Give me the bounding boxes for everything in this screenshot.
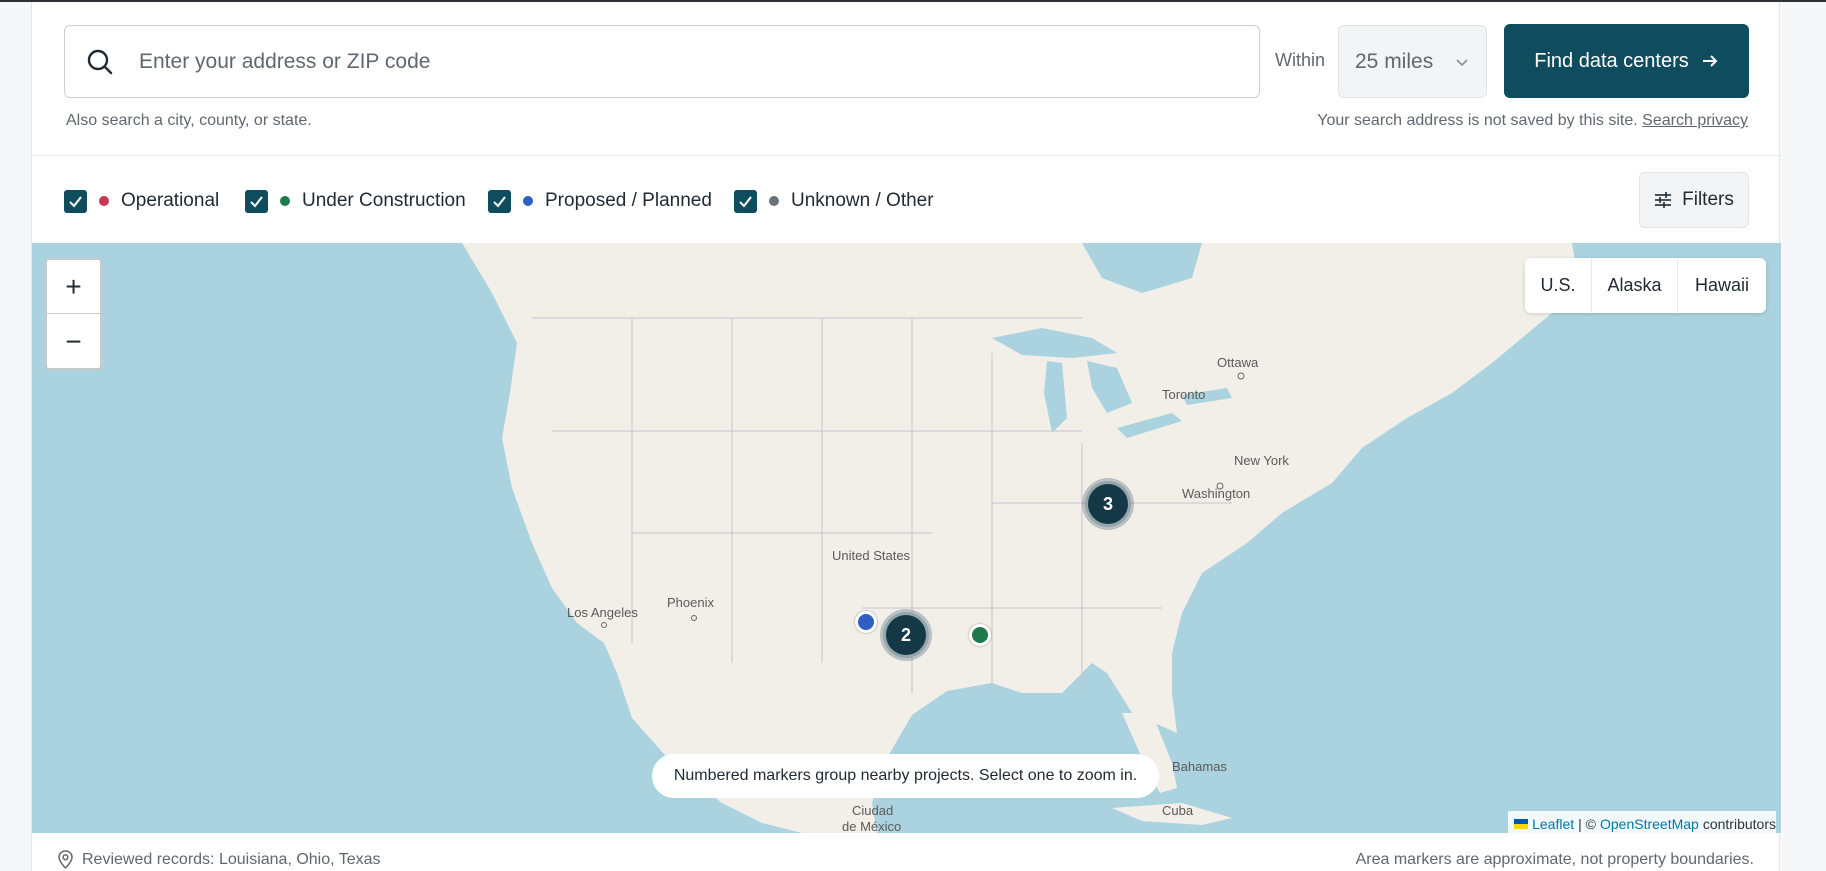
proposed-checkbox[interactable] [488,189,511,213]
ukraine-flag-icon [1514,818,1529,829]
map[interactable]: Ottawa Toronto New York Washington Unite… [32,243,1781,833]
radius-value: 25 miles [1355,50,1434,73]
zoom-in-button[interactable]: + [47,260,100,314]
filters-label: Filters [1682,189,1734,210]
map-hint: Numbered markers group nearby projects. … [652,754,1159,798]
data-center-finder-panel: Within 25 miles Find data centers Also s… [31,2,1781,871]
label-bahamas: Bahamas [1172,759,1227,774]
region-selector: U.S. Alaska Hawaii [1525,258,1766,313]
land-north-america [462,243,1577,833]
label-los-angeles: Los Angeles [567,605,638,620]
label-united-states: United States [832,548,911,563]
reviewed-records-text: Reviewed records: Louisiana, Ohio, Texas [82,850,381,868]
label-cuba: Cuba [1162,803,1194,818]
proposed-dot [523,196,533,206]
search-box [64,25,1260,98]
legend-label: Under Construction [302,190,466,211]
arrow-right-icon [1702,55,1718,67]
privacy-note-text: Your search address is not saved by this… [1317,112,1638,129]
proposed-marker[interactable] [855,611,877,633]
sliders-icon [1655,192,1672,208]
find-data-centers-button[interactable]: Find data centers [1504,24,1749,98]
cluster-marker[interactable]: 2 [883,612,929,658]
legend-label: Unknown / Other [791,190,934,211]
label-washington: Washington [1182,486,1250,501]
search-icon [87,49,113,75]
checkmark-icon [739,195,752,208]
label-phoenix: Phoenix [667,595,714,610]
label-de-mexico: de México [842,819,901,833]
under-construction-marker[interactable] [969,624,991,646]
checkmark-icon [493,195,506,208]
label-ciudad: Ciudad [852,803,893,818]
label-new-york: New York [1234,453,1289,468]
radius-select[interactable]: 25 miles [1338,25,1487,98]
privacy-note: Your search address is not saved by this… [1317,112,1748,130]
under-construction-checkbox[interactable] [245,189,268,213]
map-attribution: Leaflet | © OpenStreetMap contributors [1508,811,1776,833]
divider [32,155,1781,156]
label-toronto: Toronto [1162,387,1205,402]
region-us-button[interactable]: U.S. [1525,258,1592,313]
leaflet-link[interactable]: Leaflet [1532,816,1574,832]
checkmark-icon [250,195,263,208]
checkmark-icon [69,195,82,208]
area-markers-note: Area markers are approximate, not proper… [1355,851,1754,868]
address-search-input[interactable] [137,38,1237,86]
within-label: Within [1275,50,1326,70]
cluster-marker[interactable]: 3 [1085,481,1131,527]
filters-button[interactable]: Filters [1639,172,1749,228]
location-pin-icon [58,850,73,869]
unknown-dot [769,196,779,206]
legend-item-proposed[interactable]: Proposed / Planned [488,189,712,213]
legend-label: Operational [121,190,220,211]
reviewed-records: Reviewed records: Louisiana, Ohio, Texas [57,850,381,869]
attribution-separator: | © [1578,815,1596,832]
zoom-out-button[interactable]: − [47,315,100,368]
openstreetmap-link[interactable]: OpenStreetMap [1600,816,1699,832]
unknown-checkbox[interactable] [734,189,757,213]
zoom-control: + − [45,258,102,370]
legend-item-under-construction[interactable]: Under Construction [245,189,466,213]
legend-item-unknown[interactable]: Unknown / Other [734,189,934,213]
region-alaska-button[interactable]: Alaska [1592,258,1678,313]
operational-dot [99,196,109,206]
label-ottawa: Ottawa [1217,355,1259,370]
under-construction-dot [280,196,290,206]
map-tiles[interactable]: Ottawa Toronto New York Washington Unite… [32,243,1781,833]
find-button-label: Find data centers [1534,49,1689,72]
search-help-text: Also search a city, county, or state. [66,112,312,129]
chevron-down-icon [1456,59,1468,67]
legend-item-operational[interactable]: Operational [64,189,219,213]
attribution-suffix: contributors [1702,815,1776,832]
search-privacy-link[interactable]: Search privacy [1642,112,1748,129]
legend-label: Proposed / Planned [545,190,712,211]
operational-checkbox[interactable] [64,189,87,213]
region-hawaii-button[interactable]: Hawaii [1678,258,1766,313]
